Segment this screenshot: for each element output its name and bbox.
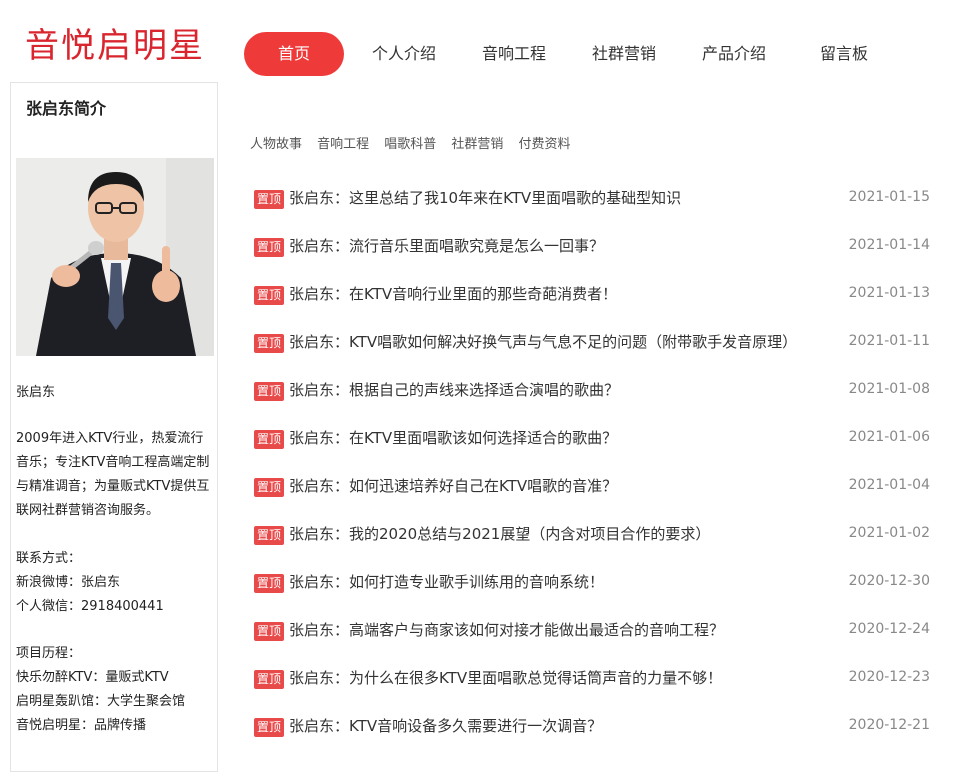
profile-photo — [16, 158, 214, 356]
article-date: 2021-01-14 — [848, 237, 930, 253]
article-title-link[interactable]: 张启东：KTV音响设备多久需要进行一次调音？ — [289, 715, 602, 736]
category-singing-science[interactable]: 唱歌科普 — [384, 133, 436, 152]
contact-label: 联系方式： — [16, 551, 82, 566]
article-row[interactable]: 置顶 张启东：为什么在很多KTV里面唱歌总觉得话筒声音的力量不够！ 2020-1… — [254, 664, 930, 712]
pinned-badge: 置顶 — [254, 622, 285, 641]
article-date: 2020-12-24 — [848, 621, 930, 637]
article-title-link[interactable]: 张启东：在KTV音响行业里面的那些奇葩消费者！ — [289, 283, 617, 304]
article-date: 2021-01-13 — [848, 285, 930, 301]
article-row[interactable]: 置顶 张启东：KTV音响设备多久需要进行一次调音？ 2020-12-21 — [254, 712, 930, 760]
contact-weibo: 新浪微博：张启东 — [16, 575, 121, 590]
article-title-link[interactable]: 张启东：流行音乐里面唱歌究竟是怎么一回事？ — [289, 235, 604, 256]
sidebar-title: 张启东简介 — [26, 99, 107, 118]
contact-wechat: 个人微信：2918400441 — [16, 599, 164, 614]
article-title-link[interactable]: 张启东：根据自己的声线来选择适合演唱的歌曲？ — [289, 379, 619, 400]
history-item: 快乐勿醉KTV：量贩式KTV — [16, 670, 169, 685]
article-date: 2021-01-15 — [848, 189, 930, 205]
pinned-badge: 置顶 — [254, 574, 285, 593]
pinned-badge: 置顶 — [254, 382, 285, 401]
site-logo[interactable]: 音悦启明星 — [25, 24, 205, 68]
article-title-link[interactable]: 张启东：如何打造专业歌手训练用的音响系统！ — [289, 571, 604, 592]
pinned-badge: 置顶 — [254, 430, 285, 449]
article-row[interactable]: 置顶 张启东：流行音乐里面唱歌究竟是怎么一回事？ 2021-01-14 — [254, 232, 930, 280]
article-row[interactable]: 置顶 张启东：在KTV里面唱歌该如何选择适合的歌曲？ 2021-01-06 — [254, 424, 930, 472]
article-row[interactable]: 置顶 张启东：KTV唱歌如何解决好换气声与气息不足的问题（附带歌手发音原理） 2… — [254, 328, 930, 376]
category-community-marketing[interactable]: 社群营销 — [451, 133, 503, 152]
pinned-badge: 置顶 — [254, 718, 285, 737]
article-title-link[interactable]: 张启东：KTV唱歌如何解决好换气声与气息不足的问题（附带歌手发音原理） — [289, 331, 797, 352]
history-item: 音悦启明星：品牌传播 — [16, 718, 147, 733]
article-title-link[interactable]: 张启东：我的2020总结与2021展望（内含对项目合作的要求） — [289, 523, 710, 544]
article-date: 2021-01-11 — [848, 333, 930, 349]
history-label: 项目历程： — [16, 646, 82, 661]
category-tabs: 人物故事 音响工程 唱歌科普 社群营销 付费资料 — [250, 133, 580, 152]
article-title-link[interactable]: 张启东：为什么在很多KTV里面唱歌总觉得话筒声音的力量不够！ — [289, 667, 722, 688]
article-title-link[interactable]: 张启东：这里总结了我10年来在KTV里面唱歌的基础型知识 — [289, 187, 681, 208]
pinned-badge: 置顶 — [254, 526, 285, 545]
main-content: 人物故事 音响工程 唱歌科普 社群营销 付费资料 置顶 张启东：这里总结了我10… — [244, 0, 963, 764]
pinned-badge: 置顶 — [254, 334, 285, 353]
profile-sidebar: 张启东简介 张启东 2009年进入KTV行业，热爱流行音乐；专注KTV音响工程高… — [10, 82, 218, 772]
pinned-badge: 置顶 — [254, 478, 285, 497]
pinned-badge: 置顶 — [254, 238, 285, 257]
profile-name: 张启东 — [16, 385, 56, 400]
article-list: 置顶 张启东：这里总结了我10年来在KTV里面唱歌的基础型知识 2021-01-… — [254, 184, 930, 760]
article-title-link[interactable]: 张启东：如何迅速培养好自己在KTV唱歌的音准？ — [289, 475, 617, 496]
article-row[interactable]: 置顶 张启东：这里总结了我10年来在KTV里面唱歌的基础型知识 2021-01-… — [254, 184, 930, 232]
profile-bio: 2009年进入KTV行业，热爱流行音乐；专注KTV音响工程高端定制与精准调音；为… — [16, 431, 210, 518]
article-row[interactable]: 置顶 张启东：如何打造专业歌手训练用的音响系统！ 2020-12-30 — [254, 568, 930, 616]
article-row[interactable]: 置顶 张启东：如何迅速培养好自己在KTV唱歌的音准？ 2021-01-04 — [254, 472, 930, 520]
article-date: 2021-01-04 — [848, 477, 930, 493]
article-row[interactable]: 置顶 张启东：在KTV音响行业里面的那些奇葩消费者！ 2021-01-13 — [254, 280, 930, 328]
article-date: 2020-12-21 — [848, 717, 930, 733]
pinned-badge: 置顶 — [254, 670, 285, 689]
article-row[interactable]: 置顶 张启东：高端客户与商家该如何对接才能做出最适合的音响工程？ 2020-12… — [254, 616, 930, 664]
category-people-stories[interactable]: 人物故事 — [250, 133, 302, 152]
article-date: 2020-12-30 — [848, 573, 930, 589]
pinned-badge: 置顶 — [254, 190, 285, 209]
article-date: 2021-01-02 — [848, 525, 930, 541]
article-title-link[interactable]: 张启东：在KTV里面唱歌该如何选择适合的歌曲？ — [289, 427, 617, 448]
category-audio-engineering[interactable]: 音响工程 — [317, 133, 369, 152]
article-date: 2021-01-08 — [848, 381, 930, 397]
category-paid-materials[interactable]: 付费资料 — [518, 133, 570, 152]
article-row[interactable]: 置顶 张启东：根据自己的声线来选择适合演唱的歌曲？ 2021-01-08 — [254, 376, 930, 424]
article-title-link[interactable]: 张启东：高端客户与商家该如何对接才能做出最适合的音响工程？ — [289, 619, 724, 640]
article-date: 2020-12-23 — [848, 669, 930, 685]
history-item: 启明星轰趴馆：大学生聚会馆 — [16, 694, 186, 709]
article-date: 2021-01-06 — [848, 429, 930, 445]
article-row[interactable]: 置顶 张启东：我的2020总结与2021展望（内含对项目合作的要求） 2021-… — [254, 520, 930, 568]
pinned-badge: 置顶 — [254, 286, 285, 305]
